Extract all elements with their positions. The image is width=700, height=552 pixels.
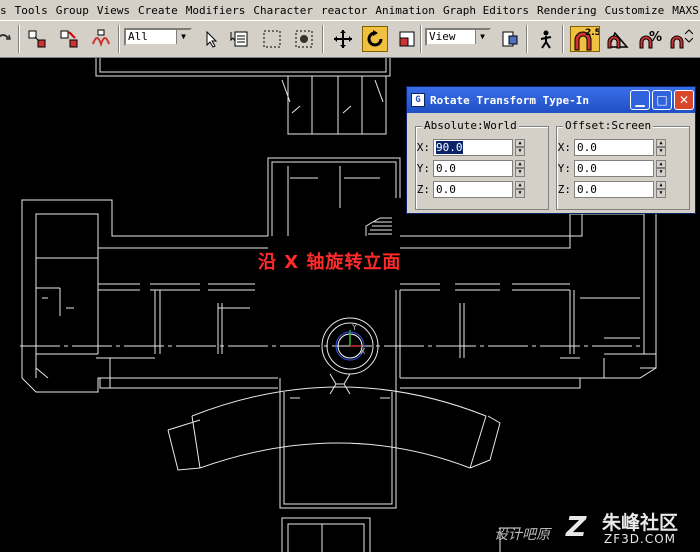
offset-y-value: 0.0 [577, 161, 597, 175]
absolute-group-title: Absolute:World [422, 119, 519, 132]
offset-y-spinner[interactable]: ▲ ▼ [656, 159, 666, 177]
minimize-icon: ▁ [635, 93, 645, 107]
menu-item-character[interactable]: Character [249, 4, 317, 17]
offset-z-spinner[interactable]: ▲ ▼ [656, 180, 666, 198]
viewport-caption: 沿 X 轴旋转立面 [258, 252, 402, 273]
absolute-z-spinner[interactable]: ▲ ▼ [515, 180, 525, 198]
absolute-x-field[interactable]: 90.0 [433, 138, 513, 156]
select-and-manipulate-icon[interactable] [533, 26, 559, 52]
select-object-icon[interactable] [198, 26, 224, 52]
close-button[interactable]: ✕ [674, 90, 694, 110]
menu-item-create[interactable]: Create [134, 4, 182, 17]
absolute-x-row: X: 90.0 ▲ ▼ [416, 138, 525, 156]
absolute-z-label: Z: [416, 182, 430, 196]
offset-z-label: Z: [557, 182, 571, 196]
chevron-down-icon: ▼ [176, 30, 190, 44]
chevron-down-icon: ▼ [475, 30, 489, 44]
dialog-title: Rotate Transform Type-In [430, 93, 589, 107]
offset-x-row: X: 0.0 ▲ ▼ [557, 138, 666, 156]
menu-item-customize[interactable]: Customize [601, 4, 669, 17]
menu-item-tools[interactable]: Tools [11, 4, 52, 17]
offset-y-row: Y: 0.0 ▲ ▼ [557, 159, 666, 177]
toolbar-separator [420, 25, 422, 53]
menu-item-group[interactable]: Group [52, 4, 93, 17]
close-icon: ✕ [678, 93, 690, 107]
move-icon[interactable] [330, 26, 356, 52]
bind-to-space-warp-icon[interactable] [88, 26, 114, 52]
rectangular-selection-icon[interactable] [259, 26, 285, 52]
offset-y-label: Y: [557, 161, 571, 175]
absolute-y-row: Y: 0.0 ▲ ▼ [416, 159, 525, 177]
offset-x-field[interactable]: 0.0 [574, 138, 654, 156]
offset-z-value: 0.0 [577, 182, 597, 196]
absolute-x-label: X: [416, 140, 430, 154]
unlink-selection-icon[interactable] [56, 26, 82, 52]
offset-x-spinner[interactable]: ▲ ▼ [656, 138, 666, 156]
menu-item-maxscript[interactable]: MAXS [668, 4, 700, 17]
rotate-transform-dialog: G Rotate Transform Type-In ▁ □ ✕ Absolut… [406, 86, 696, 214]
rotate-icon[interactable] [362, 26, 388, 52]
spinner-snap-icon[interactable] [668, 26, 694, 52]
absolute-y-label: Y: [416, 161, 430, 175]
absolute-world-group: Absolute:World X: 90.0 ▲ ▼ Y: 0.0 ▲ ▼ Z: 0… [415, 119, 549, 210]
menu-item-reactor[interactable]: reactor [317, 4, 371, 17]
toolbar-separator [562, 25, 564, 53]
reference-coordinate-value: View [429, 30, 456, 43]
absolute-y-field[interactable]: 0.0 [433, 159, 513, 177]
site-watermark: 设计吧原 [494, 527, 550, 543]
reference-coordinate-dropdown[interactable]: View ▼ [425, 28, 491, 46]
offset-z-row: Z: 0.0 ▲ ▼ [557, 180, 666, 198]
menu-item-graph-editors[interactable]: Graph Editors [439, 4, 533, 17]
select-and-link-icon[interactable] [24, 26, 50, 52]
main-toolbar: All ▼ View ▼ 2.5 % [0, 20, 700, 58]
selection-filter-dropdown[interactable]: All ▼ [124, 28, 192, 46]
window-crossing-icon[interactable] [291, 26, 317, 52]
maximize-icon: □ [656, 93, 668, 107]
angle-snap-icon[interactable] [605, 26, 631, 52]
toolbar-separator [18, 25, 20, 53]
offset-z-field[interactable]: 0.0 [574, 180, 654, 198]
menu-item-animation[interactable]: Animation [371, 4, 439, 17]
absolute-z-row: Z: 0.0 ▲ ▼ [416, 180, 525, 198]
menu-item-modifiers[interactable]: Modifiers [182, 4, 250, 17]
absolute-x-value: 90.0 [436, 140, 463, 154]
selection-filter-value: All [128, 30, 148, 43]
offset-x-value: 0.0 [577, 140, 597, 154]
absolute-y-value: 0.0 [436, 161, 456, 175]
app-icon: G [411, 93, 425, 107]
menu-item-s[interactable]: s [0, 4, 11, 17]
offset-group-title: Offset:Screen [563, 119, 654, 132]
watermark-cn: 朱峰社区 [602, 512, 679, 534]
select-by-name-icon[interactable] [227, 26, 253, 52]
absolute-z-field[interactable]: 0.0 [433, 180, 513, 198]
menu-item-rendering[interactable]: Rendering [533, 4, 601, 17]
svg-text:X: X [360, 347, 366, 356]
absolute-x-spinner[interactable]: ▲ ▼ [515, 138, 525, 156]
maximize-button[interactable]: □ [652, 90, 672, 110]
watermark-en: ZF3D.COM [604, 532, 676, 546]
zf3d-logo-icon: Z [566, 510, 587, 543]
snap-value: 2.5 [585, 28, 599, 38]
scale-icon[interactable] [394, 26, 420, 52]
snap-toggle-icon[interactable]: 2.5 [570, 26, 600, 52]
svg-text:Y: Y [351, 323, 357, 332]
toolbar-separator [118, 25, 120, 53]
absolute-y-spinner[interactable]: ▲ ▼ [515, 159, 525, 177]
menu-bar: s Tools Group Views Create Modifiers Cha… [0, 0, 700, 20]
toolbar-separator [526, 25, 528, 53]
absolute-z-value: 0.0 [436, 182, 456, 196]
offset-y-field[interactable]: 0.0 [574, 159, 654, 177]
pivot-center-icon[interactable] [497, 26, 523, 52]
undo-icon[interactable] [0, 26, 16, 52]
offset-x-label: X: [557, 140, 571, 154]
toolbar-separator [322, 25, 324, 53]
minimize-button[interactable]: ▁ [630, 90, 650, 110]
menu-item-views[interactable]: Views [93, 4, 134, 17]
percent-snap-icon[interactable]: % [637, 26, 663, 52]
offset-screen-group: Offset:Screen X: 0.0 ▲ ▼ Y: 0.0 ▲ ▼ Z: 0.0… [556, 119, 690, 210]
